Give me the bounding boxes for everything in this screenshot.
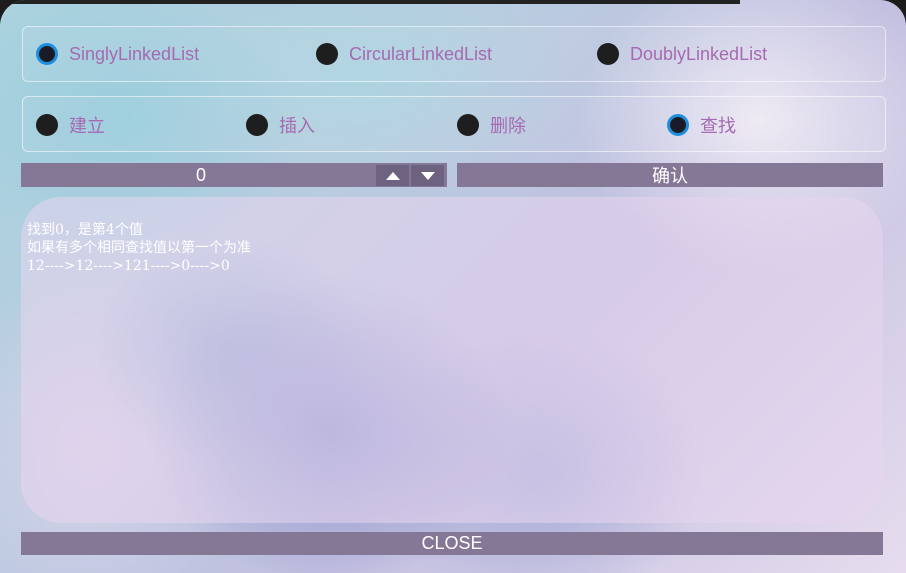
spin-up-button[interactable]: [376, 165, 409, 186]
close-button[interactable]: CLOSE: [21, 532, 883, 555]
radio-label: 建立: [69, 116, 105, 136]
confirm-button[interactable]: 确认: [457, 163, 883, 187]
radio-insert[interactable]: 插入: [246, 112, 315, 138]
radio-button-icon: [457, 114, 479, 136]
radio-button-icon: [246, 114, 268, 136]
radio-label: 删除: [490, 116, 526, 136]
radio-doubly-linked-list[interactable]: DoublyLinkedList: [597, 43, 767, 65]
radio-singly-linked-list[interactable]: SinglyLinkedList: [36, 43, 199, 65]
radio-button-icon: [667, 114, 689, 136]
radio-label: CircularLinkedList: [349, 43, 493, 64]
radio-label: 查找: [700, 116, 736, 136]
radio-create[interactable]: 建立: [36, 112, 105, 138]
radio-label: DoublyLinkedList: [630, 43, 768, 64]
value-input-text: 0: [195, 164, 206, 185]
radio-button-icon: [316, 43, 338, 65]
radio-delete[interactable]: 删除: [457, 112, 526, 138]
window: SinglyLinkedList CircularLinkedList Doub…: [0, 0, 906, 573]
radio-label: SinglyLinkedList: [69, 43, 200, 64]
radio-button-icon: [36, 43, 58, 65]
radio-label: 插入: [279, 116, 315, 136]
output-line: 12---->12---->121---->0---->0: [27, 258, 230, 274]
operation-group: [22, 96, 886, 152]
radio-button-icon: [597, 43, 619, 65]
spin-down-button[interactable]: [411, 165, 444, 186]
radio-button-icon: [36, 114, 58, 136]
radio-circular-linked-list[interactable]: CircularLinkedList: [316, 43, 492, 65]
radio-search[interactable]: 查找: [667, 112, 736, 138]
output-line: 如果有多个相同查找值以第一个为准: [27, 240, 251, 256]
chevron-up-icon: [385, 171, 400, 180]
window-top-edge: [0, 0, 740, 4]
output-text: 找到0，是第4个值如果有多个相同查找值以第一个为准 12---->12---->1…: [27, 221, 251, 275]
output-line: 找到0，是第4个值: [27, 222, 143, 238]
chevron-down-icon: [420, 171, 435, 180]
confirm-button-label: 确认: [652, 166, 688, 186]
close-button-label: CLOSE: [421, 533, 483, 553]
